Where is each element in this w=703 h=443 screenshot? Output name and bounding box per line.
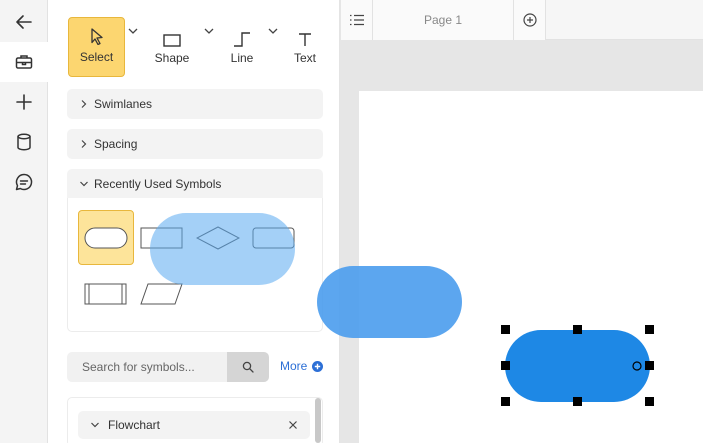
line-dropdown-caret-icon[interactable]: [268, 27, 278, 35]
spacing-section[interactable]: Spacing: [67, 129, 323, 159]
swimlanes-section[interactable]: Swimlanes: [67, 89, 323, 119]
terminator-icon: [84, 227, 128, 248]
predefined-process-symbol[interactable]: [84, 283, 127, 305]
chevron-right-icon: [81, 140, 87, 148]
back-button[interactable]: [0, 2, 48, 42]
elbow-line-icon: [234, 32, 250, 47]
add-page-button[interactable]: [514, 0, 546, 40]
drag-shape-ghost: [317, 266, 462, 338]
page-list-button[interactable]: [341, 0, 373, 40]
data-symbol[interactable]: [140, 283, 183, 305]
shape-tool-label: Shape: [154, 51, 190, 65]
more-shapes-link[interactable]: More: [280, 359, 324, 373]
resize-handle-ne[interactable]: [645, 325, 654, 334]
add-button[interactable]: [0, 82, 48, 122]
pointer-icon: [90, 28, 103, 45]
page-tab-bar: Page 1: [341, 0, 703, 40]
back-arrow-icon: [16, 15, 32, 29]
recently-used-label: Recently Used Symbols: [94, 177, 222, 191]
tool-bar: Select Shape Line Text: [48, 0, 340, 84]
plus-icon: [16, 94, 32, 110]
search-icon: [242, 361, 254, 373]
spacing-label: Spacing: [94, 137, 138, 151]
resize-handle-e[interactable]: [645, 361, 654, 370]
plus-circle-icon: [312, 360, 324, 372]
tab-page-1[interactable]: Page 1: [373, 0, 514, 40]
text-tool-label: Text: [293, 51, 316, 65]
drag-preview-ghost: [150, 213, 295, 285]
swimlanes-label: Swimlanes: [94, 97, 153, 111]
resize-handle-se[interactable]: [645, 397, 654, 406]
shape-dropdown-caret-icon[interactable]: [204, 27, 214, 35]
search-button[interactable]: [227, 352, 269, 382]
comment-icon: [15, 173, 33, 191]
select-dropdown-caret-icon[interactable]: [128, 27, 138, 35]
line-tool[interactable]: Line: [220, 17, 264, 77]
resize-handle-n[interactable]: [573, 325, 582, 334]
chevron-right-icon: [81, 100, 87, 108]
line-tool-label: Line: [230, 51, 254, 65]
symbol-search-input[interactable]: [67, 352, 227, 382]
select-tool[interactable]: Select: [68, 17, 125, 77]
recently-used-section[interactable]: Recently Used Symbols: [67, 169, 323, 199]
text-icon: [299, 33, 311, 46]
terminator-shape[interactable]: [505, 330, 650, 402]
connection-point[interactable]: [632, 361, 642, 371]
flowchart-library: Flowchart: [67, 397, 323, 443]
chevron-down-icon: [80, 181, 88, 187]
chevron-down-icon: [91, 422, 99, 428]
database-icon: [17, 133, 31, 151]
resize-handle-sw[interactable]: [501, 397, 510, 406]
shape-tool[interactable]: Shape: [148, 17, 196, 77]
select-tool-label: Select: [79, 50, 114, 64]
flowchart-library-header[interactable]: Flowchart: [78, 411, 310, 439]
list-icon: [349, 14, 364, 26]
toolbox-button[interactable]: [0, 42, 48, 82]
left-rail: [0, 0, 48, 443]
resize-handle-s[interactable]: [573, 397, 582, 406]
panel-scrollbar[interactable]: [315, 398, 321, 443]
comments-button[interactable]: [0, 162, 48, 202]
toolbox-icon: [15, 55, 33, 69]
selected-terminator-shape[interactable]: [501, 325, 654, 406]
text-tool[interactable]: Text: [285, 17, 325, 77]
rectangle-icon: [163, 34, 181, 47]
more-label: More: [280, 359, 308, 373]
data-button[interactable]: [0, 122, 48, 162]
terminator-symbol[interactable]: [78, 210, 134, 265]
resize-handle-w[interactable]: [501, 361, 510, 370]
flowchart-label: Flowchart: [108, 418, 161, 432]
close-icon[interactable]: [288, 420, 298, 430]
add-page-icon: [522, 13, 537, 27]
resize-handle-nw[interactable]: [501, 325, 510, 334]
